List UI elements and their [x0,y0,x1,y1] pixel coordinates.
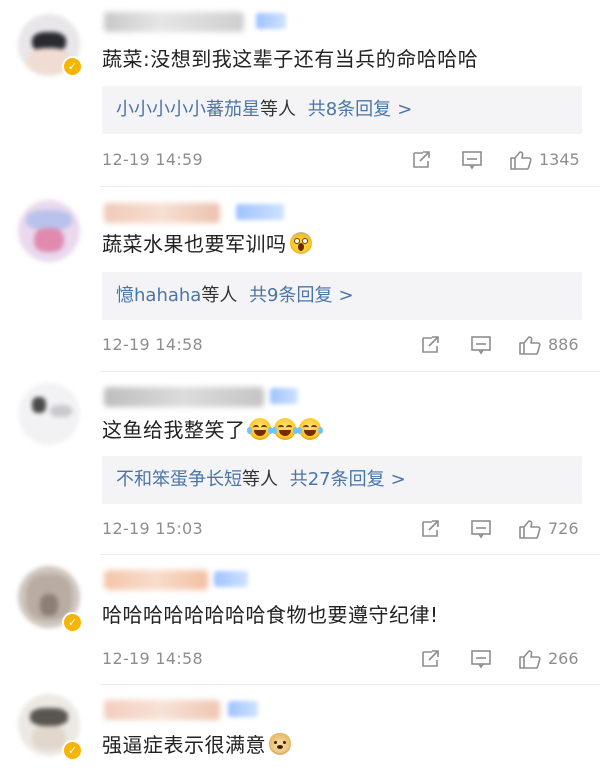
user-level-badge [270,388,298,404]
like-icon[interactable] [518,335,542,355]
comment-time: 12-19 14:59 [102,150,203,169]
share-icon[interactable] [411,150,433,170]
comment-meta: 12-19 14:58 266 [102,644,582,674]
reply-count[interactable]: 共27条回复 [290,469,385,490]
comment-time: 12-19 15:03 [102,519,203,538]
user-level-badge [236,204,284,220]
like-count: 726 [548,519,579,538]
divider [100,186,600,187]
reply-arrow-icon: > [338,285,354,306]
comment-meta: 12-19 14:59 1345 [102,145,582,175]
share-icon[interactable] [420,519,442,539]
user-level-badge [256,13,286,29]
reply-count[interactable]: 共8条回复 [308,99,391,120]
verified-badge-icon: ✓ [62,740,83,761]
laugh-cry-emoji-icon [246,418,273,440]
comment-text-body: 蔬菜:没想到我这辈子还有当兵的命哈哈哈 [102,47,479,71]
reply-summary[interactable]: 不和笨蛋争长短等人 共27条回复 > [102,456,582,504]
comment-text: 强逼症表示很满意 [102,730,291,760]
reply-users[interactable]: 不和笨蛋争长短 [116,469,242,490]
username-blurred[interactable] [104,203,220,223]
reply-users[interactable]: 憶hahaha [116,285,201,306]
comment-icon[interactable] [470,335,492,355]
scream-emoji-icon [289,232,312,254]
share-icon[interactable] [420,649,442,669]
comment-meta: 12-19 15:03 726 [102,514,582,544]
username-blurred[interactable] [104,12,244,32]
comment-time: 12-19 14:58 [102,649,203,668]
share-icon[interactable] [420,335,442,355]
reply-suffix: 等人 [242,469,278,490]
reply-suffix: 等人 [260,99,296,120]
comment-time: 12-19 14:58 [102,335,203,354]
reply-arrow-icon: > [390,469,406,490]
comment-text-body: 哈哈哈哈哈哈哈哈食物也要遵守纪律! [102,603,439,627]
comment-text-body: 蔬菜水果也要军训吗 [102,232,287,256]
doge-emoji-icon [269,733,291,755]
laugh-cry-emoji-icon [296,418,323,440]
reply-summary[interactable]: 小小小小小蕃茄星等人 共8条回复 > [102,86,582,134]
like-icon[interactable] [509,150,533,170]
verified-badge-icon: ✓ [62,612,83,633]
reply-summary[interactable]: 憶hahaha等人 共9条回复 > [102,272,582,320]
comment-icon[interactable] [470,649,492,669]
reply-users[interactable]: 小小小小小蕃茄星 [116,99,260,120]
divider [100,684,600,685]
comment-text: 蔬菜:没想到我这辈子还有当兵的命哈哈哈 [102,44,478,74]
avatar[interactable] [18,383,80,445]
user-level-badge [228,701,258,717]
reply-arrow-icon: > [397,99,413,120]
like-count: 1345 [539,150,580,169]
divider [100,371,600,372]
username-blurred[interactable] [104,700,220,720]
avatar[interactable] [18,200,80,262]
comment-text: 哈哈哈哈哈哈哈哈食物也要遵守纪律! [102,600,439,630]
like-icon[interactable] [518,649,542,669]
username-blurred[interactable] [104,387,264,407]
comment-list: ✓ 蔬菜:没想到我这辈子还有当兵的命哈哈哈 小小小小小蕃茄星等人 共8条回复 > … [0,0,600,771]
comment-text-body: 这鱼给我整笑了 [102,418,246,442]
reply-suffix: 等人 [201,285,238,306]
verified-badge-icon: ✓ [62,56,83,77]
comment-text: 这鱼给我整笑了 [102,415,323,445]
reply-count[interactable]: 共9条回复 [249,285,332,306]
like-count: 886 [548,335,579,354]
laugh-cry-emoji-icon [271,418,298,440]
username-blurred[interactable] [104,570,208,590]
divider [100,554,600,555]
comment-meta: 12-19 14:58 886 [102,330,582,360]
comment-icon[interactable] [470,519,492,539]
like-count: 266 [548,649,579,668]
user-level-badge [214,571,248,587]
comment-icon[interactable] [461,150,483,170]
comment-text: 蔬菜水果也要军训吗 [102,229,312,259]
like-icon[interactable] [518,519,542,539]
comment-text-body: 强逼症表示很满意 [102,733,266,757]
